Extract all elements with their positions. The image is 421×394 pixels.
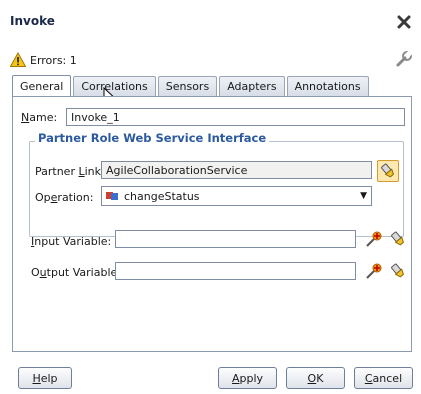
tab-general[interactable]: General bbox=[12, 75, 72, 97]
output-variable-field[interactable] bbox=[115, 262, 356, 280]
create-output-variable-button[interactable] bbox=[364, 261, 384, 281]
help-button-text: elp bbox=[40, 371, 58, 385]
input-variable-label: Input Variable: bbox=[31, 235, 111, 248]
partner-link-label-pre: Partner bbox=[35, 165, 79, 178]
operation-label-pre: Op bbox=[35, 191, 51, 204]
wrench-icon[interactable] bbox=[395, 50, 413, 68]
help-button[interactable]: Help bbox=[18, 367, 72, 389]
partner-role-group-title: Partner Role Web Service Interface bbox=[35, 131, 270, 145]
create-input-variable-button[interactable] bbox=[364, 229, 384, 249]
chevron-down-icon: ▼ bbox=[360, 191, 367, 201]
ok-button-text: K bbox=[316, 371, 324, 385]
input-variable-field[interactable] bbox=[115, 230, 356, 248]
name-field[interactable]: Invoke_1 bbox=[66, 108, 405, 126]
ok-button[interactable]: OK bbox=[286, 367, 345, 389]
cancel-button-text: ancel bbox=[372, 371, 403, 385]
errors-count: Errors: 1 bbox=[30, 54, 77, 67]
partner-link-field[interactable]: AgileCollaborationService bbox=[101, 161, 372, 179]
apply-button-text: pply bbox=[239, 371, 264, 385]
dialog-titlebar bbox=[0, 0, 421, 44]
help-button-mnemonic: H bbox=[32, 371, 41, 385]
name-label: Name: bbox=[21, 111, 57, 124]
name-label-mnemonic: N bbox=[21, 111, 30, 124]
operation-select[interactable]: changeStatus ▼ bbox=[101, 186, 372, 206]
partner-link-label: Partner Link: bbox=[35, 165, 105, 178]
output-variable-label: Output Variable: bbox=[31, 266, 121, 279]
name-field-value: Invoke_1 bbox=[71, 110, 120, 124]
operation-icon bbox=[106, 190, 120, 202]
browse-input-variable-button[interactable] bbox=[388, 229, 408, 249]
flashlight-icon bbox=[381, 163, 394, 178]
dialog-title: Invoke bbox=[10, 14, 55, 28]
tab-adapters[interactable]: Adapters bbox=[219, 76, 285, 96]
partner-link-value: AgileCollaborationService bbox=[106, 163, 248, 177]
operation-label-post: ration: bbox=[57, 191, 94, 204]
ok-button-mnemonic: O bbox=[307, 371, 317, 385]
tab-strip: General Correlations Sensors Adapters An… bbox=[12, 75, 371, 97]
tab-annotations[interactable]: Annotations bbox=[286, 76, 369, 96]
partner-link-browse-button[interactable] bbox=[377, 160, 399, 182]
flashlight-icon bbox=[391, 263, 404, 278]
add-variable-icon bbox=[366, 231, 382, 247]
tab-sensors[interactable]: Sensors bbox=[157, 76, 218, 96]
flashlight-icon bbox=[391, 231, 404, 246]
general-tab-panel: Name: Invoke_1 Partner Role Web Service … bbox=[12, 96, 412, 352]
add-variable-icon bbox=[366, 263, 382, 279]
input-variable-label-text: nput Variable: bbox=[34, 235, 112, 248]
output-variable-label-mnemonic: u bbox=[39, 266, 47, 279]
operation-value: changeStatus bbox=[124, 189, 200, 203]
warning-icon bbox=[9, 51, 27, 68]
apply-button-mnemonic: A bbox=[231, 371, 240, 385]
browse-output-variable-button[interactable] bbox=[388, 261, 408, 281]
apply-button[interactable]: Apply bbox=[218, 367, 277, 389]
output-variable-label-pre: O bbox=[31, 266, 40, 279]
cancel-button-mnemonic: C bbox=[364, 371, 373, 385]
cancel-button[interactable]: Cancel bbox=[354, 367, 413, 389]
name-label-text: ame: bbox=[29, 111, 58, 124]
operation-label: Operation: bbox=[35, 191, 93, 204]
output-variable-label-post: tput Variable: bbox=[46, 266, 121, 279]
close-icon[interactable] bbox=[392, 10, 416, 34]
